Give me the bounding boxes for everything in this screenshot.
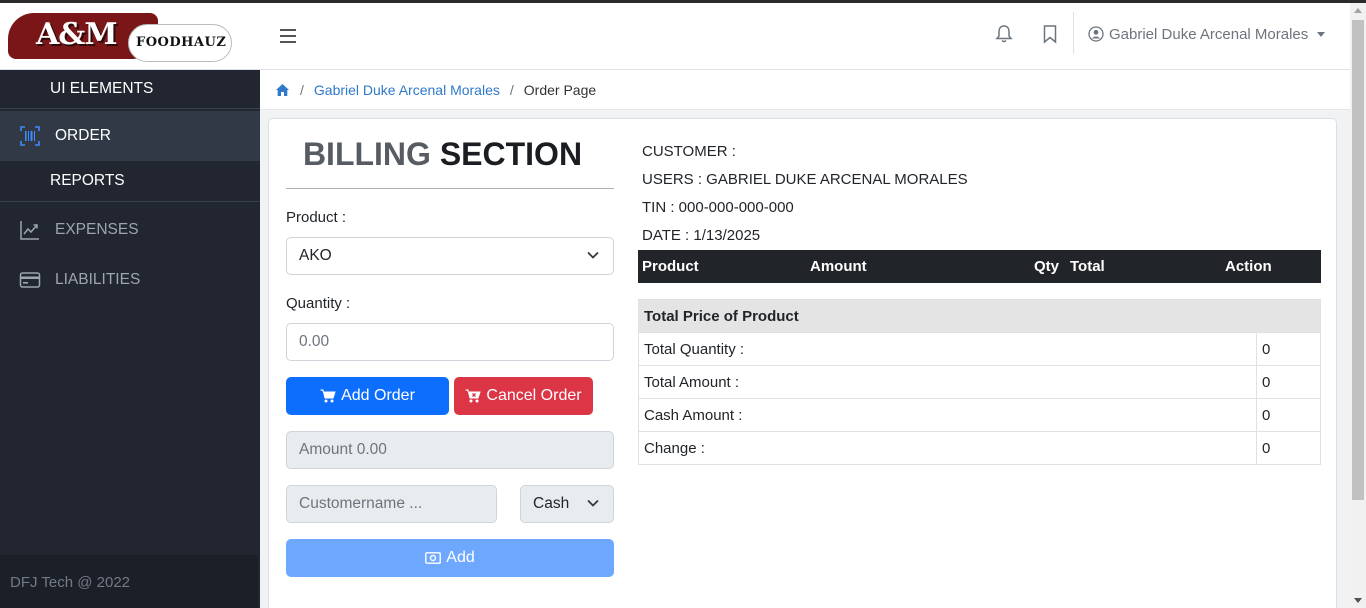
billing-title: BILLING SECTION <box>287 136 598 173</box>
summary-title: Total Price of Product <box>638 299 1321 333</box>
column-header-qty: Qty <box>1034 258 1060 275</box>
order-table-header: Product Amount Qty Total Action <box>638 250 1321 283</box>
table-row: Total Quantity : 0 <box>638 332 1321 366</box>
summary-value-total-quantity: 0 <box>1256 332 1321 366</box>
sidebar-item-ui-elements[interactable]: UI ELEMENTS <box>0 70 260 108</box>
home-icon[interactable] <box>275 83 290 97</box>
order-card: BILLING SECTION Product : AKO Quantity :… <box>268 118 1337 608</box>
chevron-down-icon <box>587 251 599 259</box>
summary-label-total-quantity: Total Quantity : <box>638 332 1257 366</box>
breadcrumb: / Gabriel Duke Arcenal Morales / Order P… <box>260 70 1350 110</box>
add-payment-label: Add <box>446 549 475 566</box>
cash-icon <box>425 552 442 564</box>
bookmark-icon[interactable] <box>1041 24 1059 44</box>
amount-placeholder: Amount 0.00 <box>299 441 387 458</box>
date-info: DATE : 1/13/2025 <box>642 227 761 244</box>
sidebar-item-label: REPORTS <box>50 172 125 189</box>
customer-info: CUSTOMER : <box>642 143 736 160</box>
table-row: Cash Amount : 0 <box>638 398 1321 432</box>
scroll-up-icon[interactable] <box>1354 8 1362 13</box>
sidebar-item-order[interactable]: ORDER <box>0 111 260 161</box>
column-header-product: Product <box>642 258 699 275</box>
breadcrumb-link-user[interactable]: Gabriel Duke Arcenal Morales <box>314 82 500 98</box>
navbar-divider <box>1073 12 1074 54</box>
summary-value-total-amount: 0 <box>1256 365 1321 399</box>
sidebar-item-label: LIABILITIES <box>55 271 141 288</box>
amount-field: Amount 0.00 <box>286 431 614 469</box>
customer-name-input[interactable]: Customername ... <box>286 485 497 523</box>
user-menu[interactable]: Gabriel Duke Arcenal Morales <box>1088 24 1326 44</box>
sidebar-item-label: EXPENSES <box>55 221 139 238</box>
quantity-placeholder: 0.00 <box>299 333 330 350</box>
page-scrollbar[interactable] <box>1350 3 1366 608</box>
summary-label-total-amount: Total Amount : <box>638 365 1257 399</box>
sidebar-item-label: UI ELEMENTS <box>50 80 154 97</box>
summary-value-change: 0 <box>1256 431 1321 465</box>
product-select[interactable]: AKO <box>286 237 614 275</box>
customer-name-placeholder: Customername ... <box>299 495 423 512</box>
add-order-button[interactable]: Add Order <box>286 377 449 415</box>
logo-main-text: A&M <box>36 17 118 52</box>
sidebar-item-expenses[interactable]: EXPENSES <box>0 206 260 254</box>
cart-icon <box>320 389 336 403</box>
billing-title-part1: BILLING <box>302 136 431 172</box>
cancel-order-button[interactable]: Cancel Order <box>454 377 593 415</box>
chevron-down-icon <box>587 499 599 507</box>
logo-sub-text: FOODHAUZ <box>136 35 227 50</box>
tin-info: TIN : 000-000-000-000 <box>642 199 794 216</box>
scroll-down-icon[interactable] <box>1354 598 1362 603</box>
users-info: USERS : GABRIEL DUKE ARCENAL MORALES <box>642 171 968 188</box>
summary-label-cash-amount: Cash Amount : <box>638 398 1257 432</box>
sidebar-item-reports[interactable]: REPORTS <box>0 161 260 201</box>
quantity-label: Quantity : <box>286 295 351 312</box>
title-divider <box>286 188 614 189</box>
summary-header-row: Total Price of Product <box>638 299 1321 333</box>
cancel-order-label: Cancel Order <box>486 387 582 404</box>
product-select-value: AKO <box>299 247 332 264</box>
payment-method-select[interactable]: Cash <box>520 485 614 523</box>
quantity-input[interactable]: 0.00 <box>286 323 614 361</box>
table-row: Total Amount : 0 <box>638 365 1321 399</box>
column-header-total: Total <box>1070 258 1105 275</box>
breadcrumb-separator: / <box>509 81 514 98</box>
column-header-amount: Amount <box>810 258 867 275</box>
payment-method-value: Cash <box>533 495 570 512</box>
breadcrumb-current: Order Page <box>523 81 597 98</box>
column-header-action: Action <box>1225 258 1272 275</box>
user-name: Gabriel Duke Arcenal Morales <box>1109 25 1309 43</box>
top-navbar: A&M FOODHAUZ Gabriel Duke Arcenal Morale… <box>0 3 1350 70</box>
sidebar-footer: DFJ Tech @ 2022 <box>0 555 258 608</box>
line-chart-icon <box>20 221 39 240</box>
bell-icon[interactable] <box>995 24 1013 44</box>
sidebar-divider <box>0 201 260 202</box>
sidebar: UI ELEMENTS ORDER REPORTS EXPENSES LIABI… <box>0 70 260 608</box>
barcode-icon <box>20 126 40 146</box>
brand-logo[interactable]: A&M FOODHAUZ <box>8 13 232 62</box>
menu-toggle-icon[interactable] <box>280 29 296 43</box>
summary-label-change: Change : <box>638 431 1257 465</box>
credit-card-icon <box>19 272 41 288</box>
sidebar-item-label: ORDER <box>55 127 111 144</box>
cart-remove-icon <box>465 389 482 403</box>
billing-title-part2: SECTION <box>439 136 583 172</box>
user-circle-icon <box>1088 26 1104 42</box>
add-payment-button[interactable]: Add <box>286 539 614 577</box>
sidebar-item-liabilities[interactable]: LIABILITIES <box>0 256 260 304</box>
table-row: Change : 0 <box>638 431 1321 465</box>
sidebar-divider <box>0 108 260 109</box>
add-order-label: Add Order <box>341 387 415 404</box>
scrollbar-thumb[interactable] <box>1352 20 1364 500</box>
summary-value-cash-amount: 0 <box>1256 398 1321 432</box>
breadcrumb-separator: / <box>300 81 304 98</box>
product-label: Product : <box>286 209 347 226</box>
summary-table: Total Price of Product Total Quantity : … <box>638 299 1321 465</box>
chevron-down-icon <box>1317 31 1326 37</box>
